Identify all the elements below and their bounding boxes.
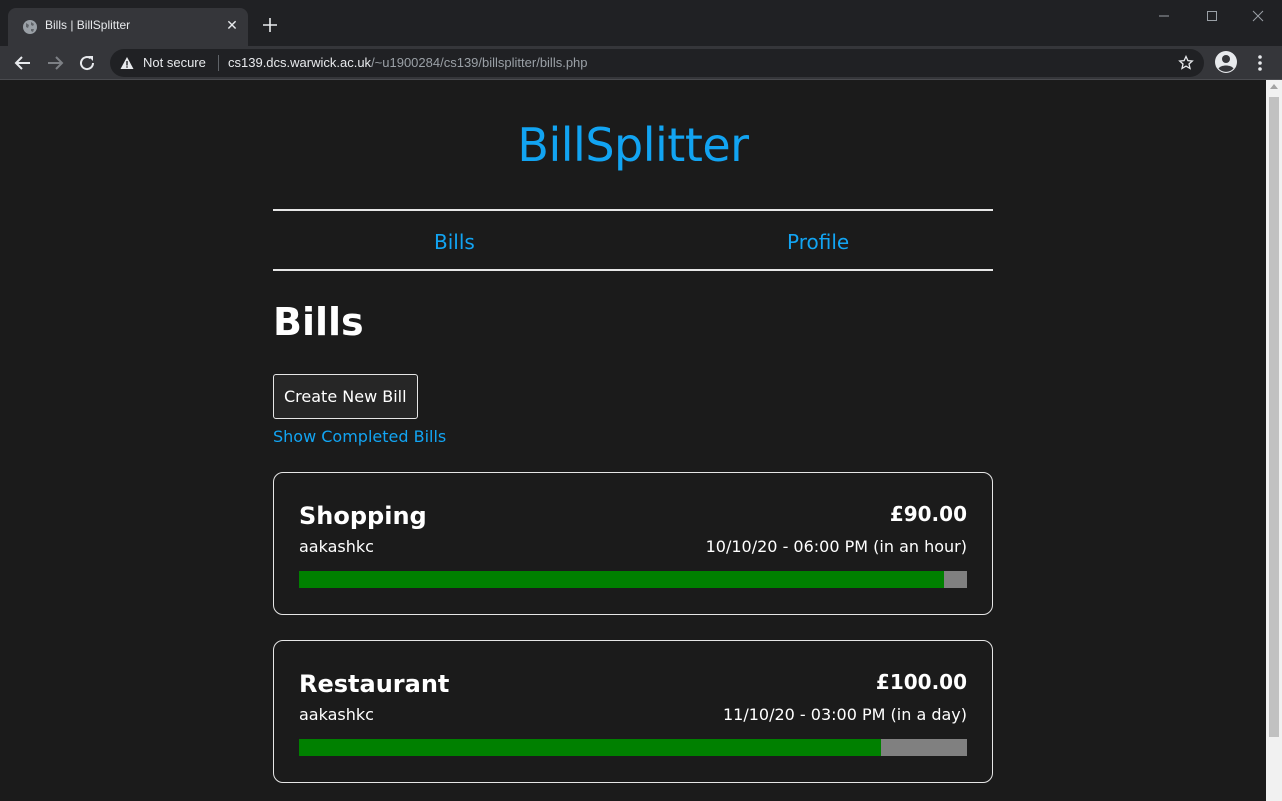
maximize-icon[interactable] [1198, 6, 1226, 26]
tab-title: Bills | BillSplitter [45, 18, 131, 32]
show-completed-bills-link[interactable]: Show Completed Bills [273, 427, 446, 446]
url-text[interactable]: cs139.dcs.warwick.ac.uk/~u1900284/cs139/… [228, 55, 588, 70]
browser-toolbar: Not secure cs139.dcs.warwick.ac.uk/~u190… [0, 46, 1282, 80]
minimize-icon[interactable] [1150, 6, 1178, 26]
browser-tabstrip: Bills | BillSplitter ✕ [0, 0, 1282, 46]
bill-due-date: 11/10/20 - 03:00 PM (in a day) [722, 705, 967, 724]
warning-icon [120, 57, 134, 69]
page-viewport: BillSplitter Bills Profile Bills Create … [0, 80, 1266, 801]
bill-progress-bar [299, 571, 967, 588]
reload-icon[interactable] [75, 51, 99, 75]
browser-menu-icon[interactable] [1250, 52, 1270, 74]
address-bar[interactable]: Not secure cs139.dcs.warwick.ac.uk/~u190… [110, 49, 1204, 77]
bill-due-date: 10/10/20 - 06:00 PM (in an hour) [705, 537, 967, 556]
bill-owner: aakashkc [299, 705, 374, 724]
url-host: cs139.dcs.warwick.ac.uk [228, 55, 372, 70]
globe-icon [23, 20, 37, 34]
bill-progress-bar [299, 739, 967, 756]
nav-top-divider [273, 209, 993, 211]
browser-tab[interactable]: Bills | BillSplitter ✕ [8, 8, 248, 46]
nav-link-profile[interactable]: Profile [787, 230, 849, 254]
nav-link-bills[interactable]: Bills [434, 230, 475, 254]
page-scrollbar[interactable] [1266, 80, 1282, 801]
nav-bottom-divider [273, 269, 993, 271]
address-separator [218, 55, 219, 71]
back-icon[interactable] [11, 51, 35, 75]
tab-close-icon[interactable]: ✕ [224, 18, 240, 34]
create-new-bill-button[interactable]: Create New Bill [273, 374, 418, 419]
forward-icon[interactable] [43, 51, 67, 75]
bill-name: Restaurant [299, 670, 450, 698]
bill-owner: aakashkc [299, 537, 374, 556]
new-tab-icon[interactable] [259, 14, 281, 36]
bill-name: Shopping [299, 502, 427, 530]
site-title: BillSplitter [517, 118, 749, 172]
close-window-icon[interactable] [1244, 6, 1272, 26]
bill-card[interactable]: Shopping £90.00 aakashkc 10/10/20 - 06:0… [273, 472, 993, 615]
bookmark-star-icon[interactable] [1178, 55, 1194, 71]
page-title: Bills [273, 300, 364, 344]
url-path: /~u1900284/cs139/billsplitter/bills.php [371, 55, 588, 70]
scroll-up-arrow-icon[interactable] [1270, 84, 1278, 89]
security-label[interactable]: Not secure [143, 55, 206, 70]
bill-amount: £90.00 [889, 502, 967, 526]
bill-progress-fill [299, 571, 945, 588]
bill-card[interactable]: Restaurant £100.00 aakashkc 11/10/20 - 0… [273, 640, 993, 783]
profile-avatar-icon[interactable] [1214, 50, 1238, 74]
bill-progress-fill [299, 739, 881, 756]
scrollbar-thumb[interactable] [1269, 97, 1279, 737]
bill-amount: £100.00 [875, 670, 967, 694]
